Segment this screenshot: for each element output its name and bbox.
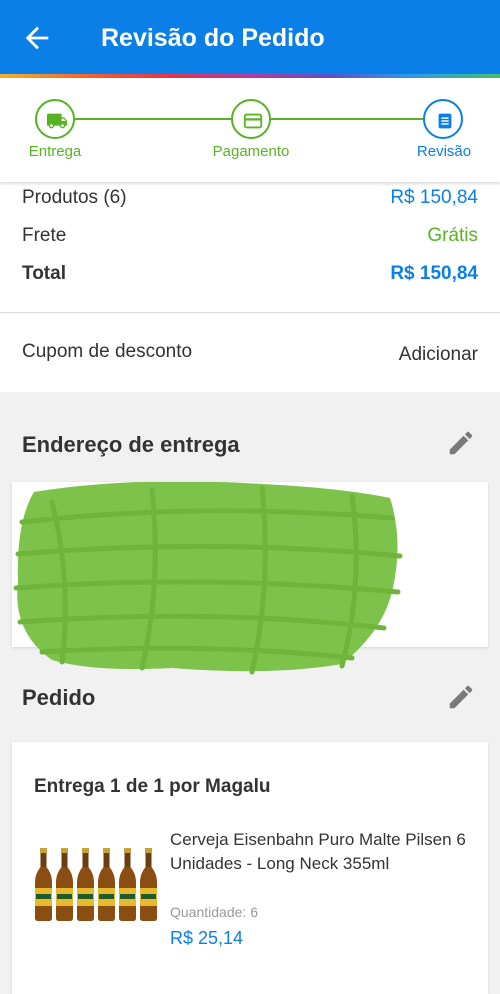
address-card[interactable] [12, 482, 488, 675]
step-connector [75, 118, 231, 120]
redaction-scribble [13, 482, 403, 675]
product-image[interactable] [34, 846, 158, 922]
arrow-left-icon[interactable] [20, 21, 54, 55]
step-revisao[interactable] [423, 99, 463, 139]
product-name[interactable]: Cerveja Eisenbahn Puro Malte Pilsen 6 Un… [170, 828, 470, 876]
order-section-title: Pedido [22, 685, 96, 710]
pencil-icon[interactable] [446, 682, 476, 712]
add-coupon-button[interactable]: Adicionar [399, 344, 478, 366]
step-connector [271, 118, 423, 120]
product-quantity: Quantidade: 6 [170, 904, 258, 920]
quantity-value: 6 [250, 904, 258, 920]
step-pagamento[interactable] [231, 99, 271, 139]
products-value: R$ 150,84 [390, 187, 478, 208]
order-card: Entrega 1 de 1 por Magalu Cerveja Eisenb… [12, 742, 488, 994]
quantity-label: Quantidade: [170, 904, 247, 920]
coupon-label: Cupom de desconto [22, 341, 193, 362]
coupon-row[interactable]: Cupom de desconto Adicionar [0, 313, 500, 392]
page-title: Revisão do Pedido [101, 24, 325, 52]
step-entrega[interactable] [35, 99, 75, 139]
app-bar: Revisão do Pedido [0, 0, 500, 74]
products-label: Produtos (6) [22, 187, 127, 208]
step-label-pagamento: Pagamento [212, 143, 290, 160]
delivery-title: Entrega 1 de 1 por Magalu [34, 776, 271, 797]
list-icon [438, 113, 452, 129]
product-price: R$ 25,14 [170, 928, 244, 948]
checkout-stepper: Entrega Pagamento Revisão [0, 78, 500, 182]
shipping-value: Grátis [427, 225, 478, 246]
step-label-entrega: Entrega [28, 143, 82, 160]
shipping-label: Frete [22, 225, 67, 246]
order-summary: Produtos (6) R$ 150,84 Frete Grátis Tota… [0, 182, 500, 312]
step-label-revisao: Revisão [416, 143, 472, 160]
credit-card-icon [243, 113, 263, 129]
total-label: Total [22, 263, 66, 284]
address-section-title: Endereço de entrega [22, 432, 240, 457]
truck-icon [46, 113, 68, 129]
pencil-icon[interactable] [446, 428, 476, 458]
total-value: R$ 150,84 [390, 263, 478, 284]
